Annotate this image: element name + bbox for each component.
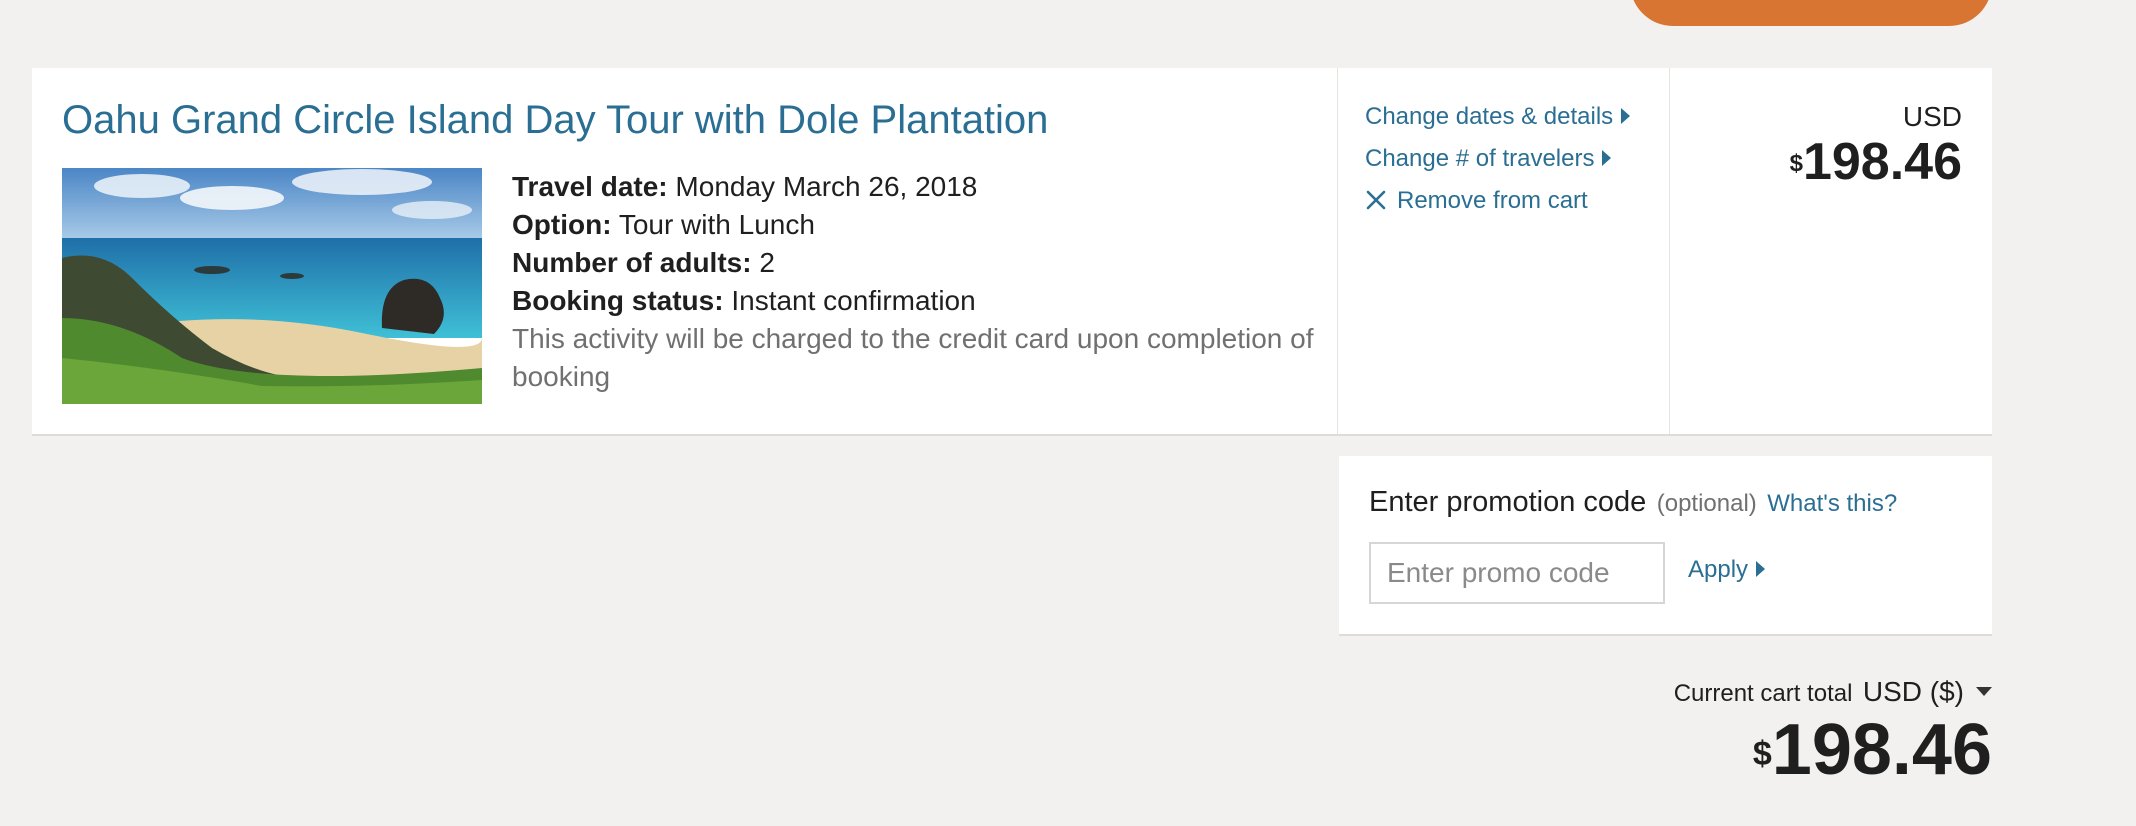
change-travelers-link[interactable]: Change # of travelers	[1365, 138, 1630, 180]
tour-photo[interactable]	[62, 168, 482, 404]
option-row: Option: Tour with Lunch	[512, 206, 1332, 244]
currency-select[interactable]: USD ($)	[1863, 676, 1992, 707]
promo-code-input[interactable]	[1369, 542, 1665, 604]
remove-from-cart-link[interactable]: Remove from cart	[1365, 180, 1630, 222]
travel-date-value: Monday March 26, 2018	[675, 171, 978, 202]
cart-total-symbol: $	[1752, 735, 1772, 773]
column-divider	[1337, 68, 1338, 434]
checkout-button[interactable]	[1630, 0, 1992, 26]
booking-details: Travel date: Monday March 26, 2018 Optio…	[512, 168, 1332, 396]
cart-total-header: Current cart total USD ($)	[1674, 676, 1992, 708]
booking-status-label: Booking status:	[512, 285, 724, 316]
chevron-down-icon	[1976, 687, 1992, 697]
item-price-currency: USD	[1902, 101, 1962, 132]
caret-right-icon	[1602, 149, 1612, 166]
booking-status-row: Booking status: Instant confirmation	[512, 282, 1332, 320]
cart-item-card: Oahu Grand Circle Island Day Tour with D…	[32, 68, 1992, 436]
adults-label: Number of adults:	[512, 247, 752, 278]
tour-title-link[interactable]: Oahu Grand Circle Island Day Tour with D…	[62, 98, 1048, 143]
adults-row: Number of adults: 2	[512, 244, 1332, 282]
cart-total-value: 198.46	[1771, 710, 1992, 790]
apply-promo-button[interactable]: Apply	[1688, 556, 1766, 584]
currency-select-value: USD ($)	[1862, 676, 1964, 707]
item-actions: Change dates & details Change # of trave…	[1365, 96, 1631, 222]
promo-optional: (optional)	[1656, 490, 1757, 517]
change-dates-label: Change dates & details	[1365, 103, 1614, 130]
promo-code-panel: Enter promotion code (optional) What's t…	[1339, 456, 1992, 636]
change-dates-link[interactable]: Change dates & details	[1365, 96, 1631, 138]
whats-this-link[interactable]: What's this?	[1767, 490, 1897, 517]
charge-note: This activity will be charged to the cre…	[512, 323, 1314, 392]
promo-heading: Enter promotion code (optional) What's t…	[1369, 486, 1897, 519]
cart-total-label: Current cart total	[1673, 680, 1853, 707]
promo-label: Enter promotion code	[1369, 486, 1647, 518]
option-value: Tour with Lunch	[618, 209, 815, 240]
travel-date-row: Travel date: Monday March 26, 2018	[512, 168, 1332, 206]
cart-total-amount: $198.46	[1674, 712, 1992, 788]
adults-value: 2	[759, 247, 775, 278]
item-price: USD $198.46	[1790, 100, 1962, 190]
option-label: Option:	[512, 209, 612, 240]
apply-label: Apply	[1688, 556, 1749, 583]
remove-from-cart-label: Remove from cart	[1397, 187, 1588, 214]
caret-right-icon	[1756, 560, 1766, 577]
travel-date-label: Travel date:	[512, 171, 668, 202]
caret-right-icon	[1621, 107, 1631, 124]
booking-status-value: Instant confirmation	[731, 285, 976, 316]
cart-total: Current cart total USD ($) $198.46	[1674, 676, 1992, 788]
change-travelers-label: Change # of travelers	[1365, 145, 1595, 172]
item-price-amount: $198.46	[1790, 134, 1962, 190]
item-price-value: 198.46	[1802, 133, 1962, 191]
close-icon	[1366, 190, 1386, 209]
item-price-symbol: $	[1789, 150, 1803, 177]
column-divider	[1669, 68, 1670, 434]
